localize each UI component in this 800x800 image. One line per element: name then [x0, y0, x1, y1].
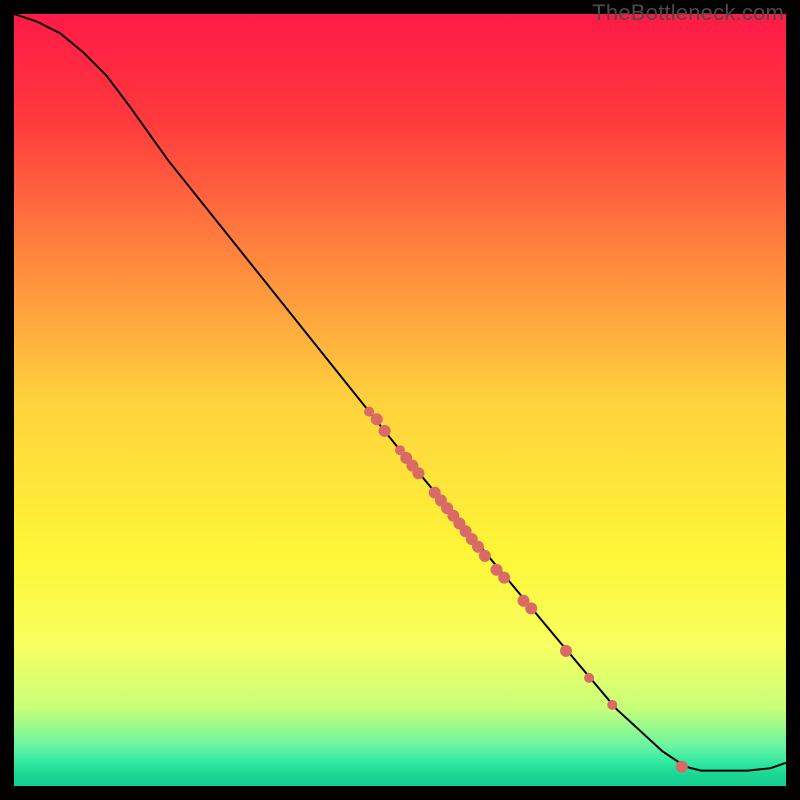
chart-frame: TheBottleneck.com: [0, 0, 800, 800]
data-point: [379, 425, 391, 437]
data-point: [560, 645, 572, 657]
data-point: [607, 700, 617, 710]
data-point: [498, 572, 510, 584]
data-point: [676, 761, 688, 773]
data-point: [413, 467, 425, 479]
data-point: [371, 413, 383, 425]
watermark-text: TheBottleneck.com: [592, 0, 784, 26]
data-point: [584, 673, 594, 683]
data-point: [525, 602, 537, 614]
data-point: [479, 550, 491, 562]
chart-plot: [14, 14, 786, 786]
chart-background: [14, 14, 786, 786]
